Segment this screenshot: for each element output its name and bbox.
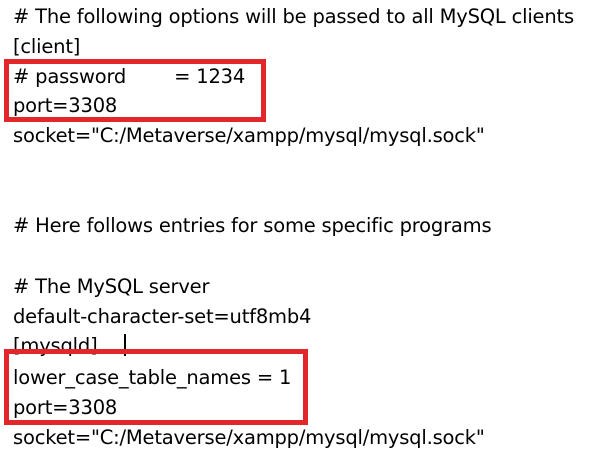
config-line-charset: default-character-set=utf8mb4 xyxy=(13,305,312,328)
config-line-client-section: [client] xyxy=(13,35,81,58)
config-line-client-socket: socket="C:/Metaverse/xampp/mysql/mysql.s… xyxy=(13,124,485,147)
config-line-mysqld-socket: socket="C:/Metaverse/xampp/mysql/mysql.s… xyxy=(13,426,485,449)
text-editor[interactable]: # The following options will be passed t… xyxy=(0,0,616,451)
highlight-box-mysqld-settings xyxy=(4,349,308,425)
config-line-comment-clients: # The following options will be passed t… xyxy=(13,5,574,28)
highlight-box-client-settings xyxy=(4,59,266,122)
config-line-comment-programs: # Here follows entries for some specific… xyxy=(13,214,492,237)
config-line-comment-server: # The MySQL server xyxy=(13,275,210,298)
